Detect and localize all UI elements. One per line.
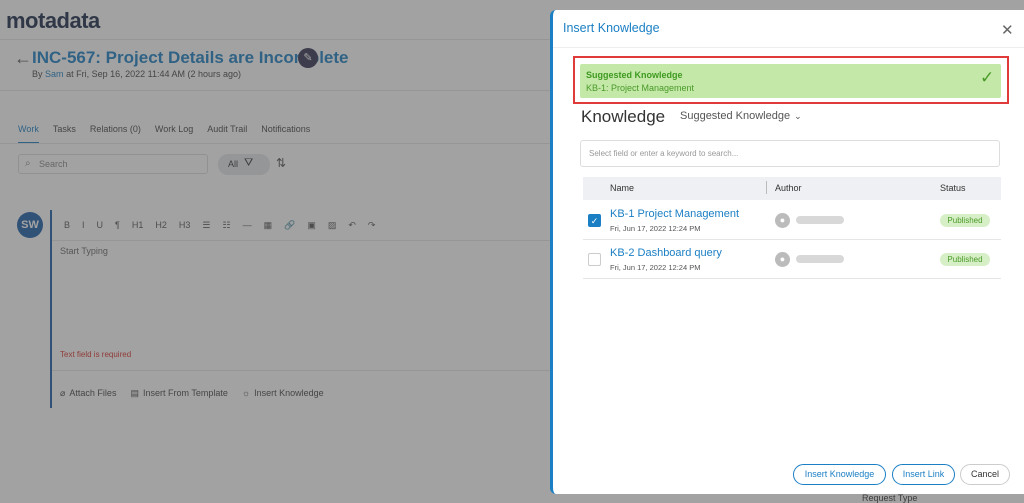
chevron-down-icon: ⌄ [794,111,802,121]
table-row[interactable]: KB-2 Dashboard query Fri, Jun 17, 2022 1… [583,240,1001,279]
suggested-knowledge-card[interactable]: Suggested Knowledge KB-1: Project Manage… [580,64,1001,98]
author-name-redacted [796,255,844,263]
kb-name-link[interactable]: KB-1 Project Management [610,208,739,220]
author-name-redacted [796,216,844,224]
suggested-knowledge-highlight: Suggested Knowledge KB-1: Project Manage… [573,56,1009,104]
kb-date: Fri, Jun 17, 2022 12:24 PM [610,263,701,272]
user-avatar-icon: ● [775,213,790,228]
search-placeholder: Select field or enter a keyword to searc… [589,149,739,158]
column-status[interactable]: Status [940,183,966,193]
insert-knowledge-button[interactable]: Insert Knowledge [793,464,886,485]
column-name[interactable]: Name [610,183,634,193]
divider [553,47,1024,48]
suggested-title: Suggested Knowledge [586,70,683,80]
table-row[interactable]: ✓ KB-1 Project Management Fri, Jun 17, 2… [583,201,1001,240]
kb-name-link[interactable]: KB-2 Dashboard query [610,247,722,259]
status-badge: Published [940,253,990,266]
knowledge-search-input[interactable]: Select field or enter a keyword to searc… [580,140,1000,167]
close-icon[interactable]: ✕ [1001,21,1014,39]
row-checkbox[interactable] [588,253,601,266]
cancel-button[interactable]: Cancel [960,464,1010,485]
insert-knowledge-dialog: Insert Knowledge ✕ Suggested Knowledge K… [550,10,1024,494]
row-checkbox[interactable]: ✓ [588,214,601,227]
suggested-item: KB-1: Project Management [586,83,695,93]
user-avatar-icon: ● [775,252,790,267]
knowledge-source-dropdown[interactable]: Suggested Knowledge ⌄ [680,110,802,122]
table-header: Name Author Status [583,177,1001,200]
checkmark-icon: ✓ [980,68,995,87]
kb-date: Fri, Jun 17, 2022 12:24 PM [610,224,701,233]
status-badge: Published [940,214,990,227]
column-author[interactable]: Author [775,183,802,193]
knowledge-heading: Knowledge [581,107,666,126]
dialog-title: Insert Knowledge [563,21,660,35]
insert-link-button[interactable]: Insert Link [892,464,955,485]
column-separator [766,181,767,194]
dropdown-value: Suggested Knowledge [680,110,791,122]
